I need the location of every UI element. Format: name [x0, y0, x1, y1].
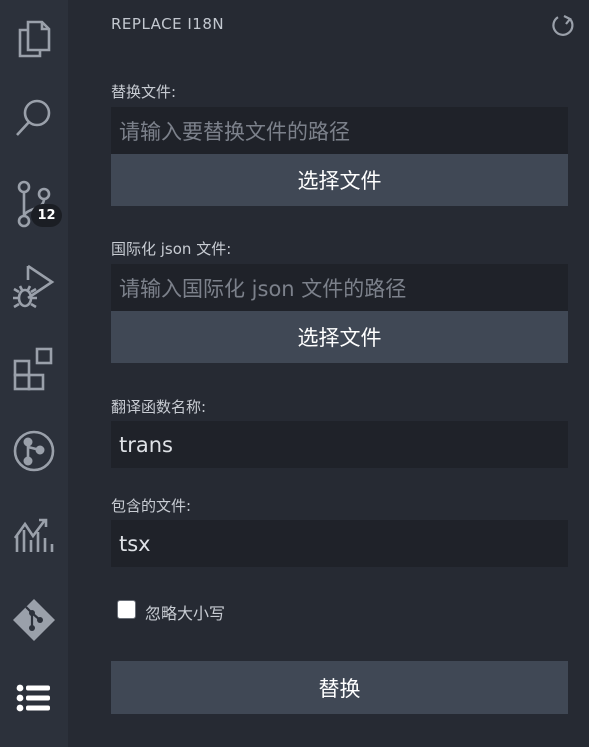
replace-file-label: 替换文件:: [111, 83, 177, 101]
extensions-icon[interactable]: [0, 333, 68, 403]
replace-file-input[interactable]: 请输入要替换文件的路径: [111, 107, 568, 154]
translate-fn-label: 翻译函数名称:: [111, 398, 207, 416]
explorer-icon[interactable]: [0, 3, 68, 73]
choose-i18n-json-button[interactable]: 选择文件: [111, 311, 568, 363]
ignore-case-label: 忽略大小写: [145, 604, 226, 623]
replace-button[interactable]: 替换: [111, 661, 568, 714]
i18n-json-input[interactable]: 请输入国际化 json 文件的路径: [111, 264, 568, 311]
choose-replace-file-button[interactable]: 选择文件: [111, 154, 568, 206]
run-debug-icon[interactable]: [0, 250, 68, 320]
list-icon[interactable]: [0, 663, 68, 733]
chart-icon[interactable]: [0, 500, 68, 570]
include-files-input[interactable]: tsx: [111, 520, 568, 567]
git-graph-icon[interactable]: [0, 416, 68, 486]
i18n-json-label: 国际化 json 文件:: [111, 240, 232, 258]
source-control-badge: 12: [31, 204, 62, 227]
ignore-case-checkbox[interactable]: [117, 600, 136, 619]
panel-title: REPLACE I18N: [111, 15, 225, 33]
activity-bar: 12: [0, 0, 68, 747]
source-control-icon[interactable]: [0, 168, 68, 238]
git-icon[interactable]: [0, 585, 68, 655]
search-icon[interactable]: [0, 83, 68, 153]
include-files-label: 包含的文件:: [111, 497, 192, 515]
refresh-icon[interactable]: [550, 13, 576, 39]
translate-fn-input[interactable]: trans: [111, 421, 568, 468]
